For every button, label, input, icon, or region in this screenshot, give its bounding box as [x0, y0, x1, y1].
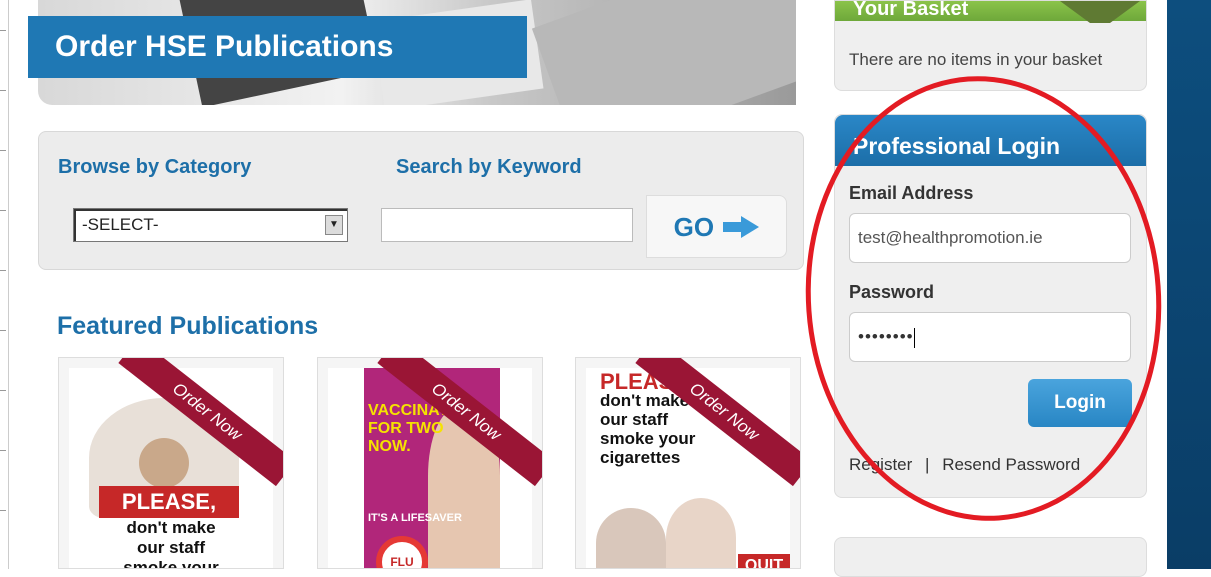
professional-login-panel: Professional Login Email Address test@he…	[834, 114, 1147, 498]
right-frame-edge	[1167, 0, 1211, 569]
basket-panel: Your Basket There are no items in your b…	[834, 0, 1147, 91]
category-select-value: -SELECT-	[82, 215, 159, 234]
basket-icon	[1060, 1, 1140, 23]
go-button[interactable]: GO	[646, 195, 787, 258]
email-field[interactable]: test@healthpromotion.ie	[849, 213, 1131, 263]
search-by-keyword-label: Search by Keyword	[396, 156, 582, 178]
publication-card[interactable]: VACCINATE FOR TWO NOW. IT'S A LIFESAVER …	[317, 357, 543, 569]
sidebar-panel-partial	[834, 537, 1147, 577]
email-label: Email Address	[849, 183, 974, 203]
resend-password-link[interactable]: Resend Password	[942, 455, 1080, 474]
cover-line: IT'S A LIFESAVER	[368, 512, 462, 524]
login-links: Register | Resend Password	[849, 455, 1080, 475]
featured-publications-heading: Featured Publications	[57, 312, 319, 340]
password-value: ••••••••	[858, 327, 914, 346]
search-panel: Browse by Category Search by Keyword -SE…	[38, 131, 804, 270]
chevron-down-icon[interactable]: ▼	[325, 215, 343, 235]
category-select[interactable]: -SELECT- ▼	[73, 208, 348, 242]
password-label: Password	[849, 282, 935, 302]
cover-line: smoke your	[600, 429, 696, 448]
password-field[interactable]: ••••••••	[849, 312, 1131, 362]
publication-card[interactable]: PLEASE, don't make our staff smoke your …	[58, 357, 284, 569]
cover-line: smoke your	[123, 558, 219, 569]
cover-headline: PLEASE,	[99, 486, 239, 518]
keyword-input[interactable]	[381, 208, 633, 242]
cover-line: our staff	[137, 538, 205, 557]
go-button-label: GO	[673, 212, 715, 242]
browse-by-category-label: Browse by Category	[58, 156, 252, 178]
register-link[interactable]: Register	[849, 455, 912, 474]
link-separator: |	[925, 455, 930, 474]
cover-line: QUIT	[738, 554, 790, 568]
cover-line: cigarettes	[600, 448, 681, 467]
left-frame-edge	[0, 0, 9, 569]
publication-card[interactable]: PLEASE don't make our staff smoke your c…	[575, 357, 801, 569]
login-heading: Professional Login	[835, 115, 1146, 166]
login-button[interactable]: Login	[1028, 379, 1132, 427]
page-title: Order HSE Publications	[28, 16, 527, 78]
arrow-right-icon	[723, 216, 760, 238]
cover-line: don't make	[126, 518, 216, 537]
basket-empty-text: There are no items in your basket	[849, 50, 1103, 69]
